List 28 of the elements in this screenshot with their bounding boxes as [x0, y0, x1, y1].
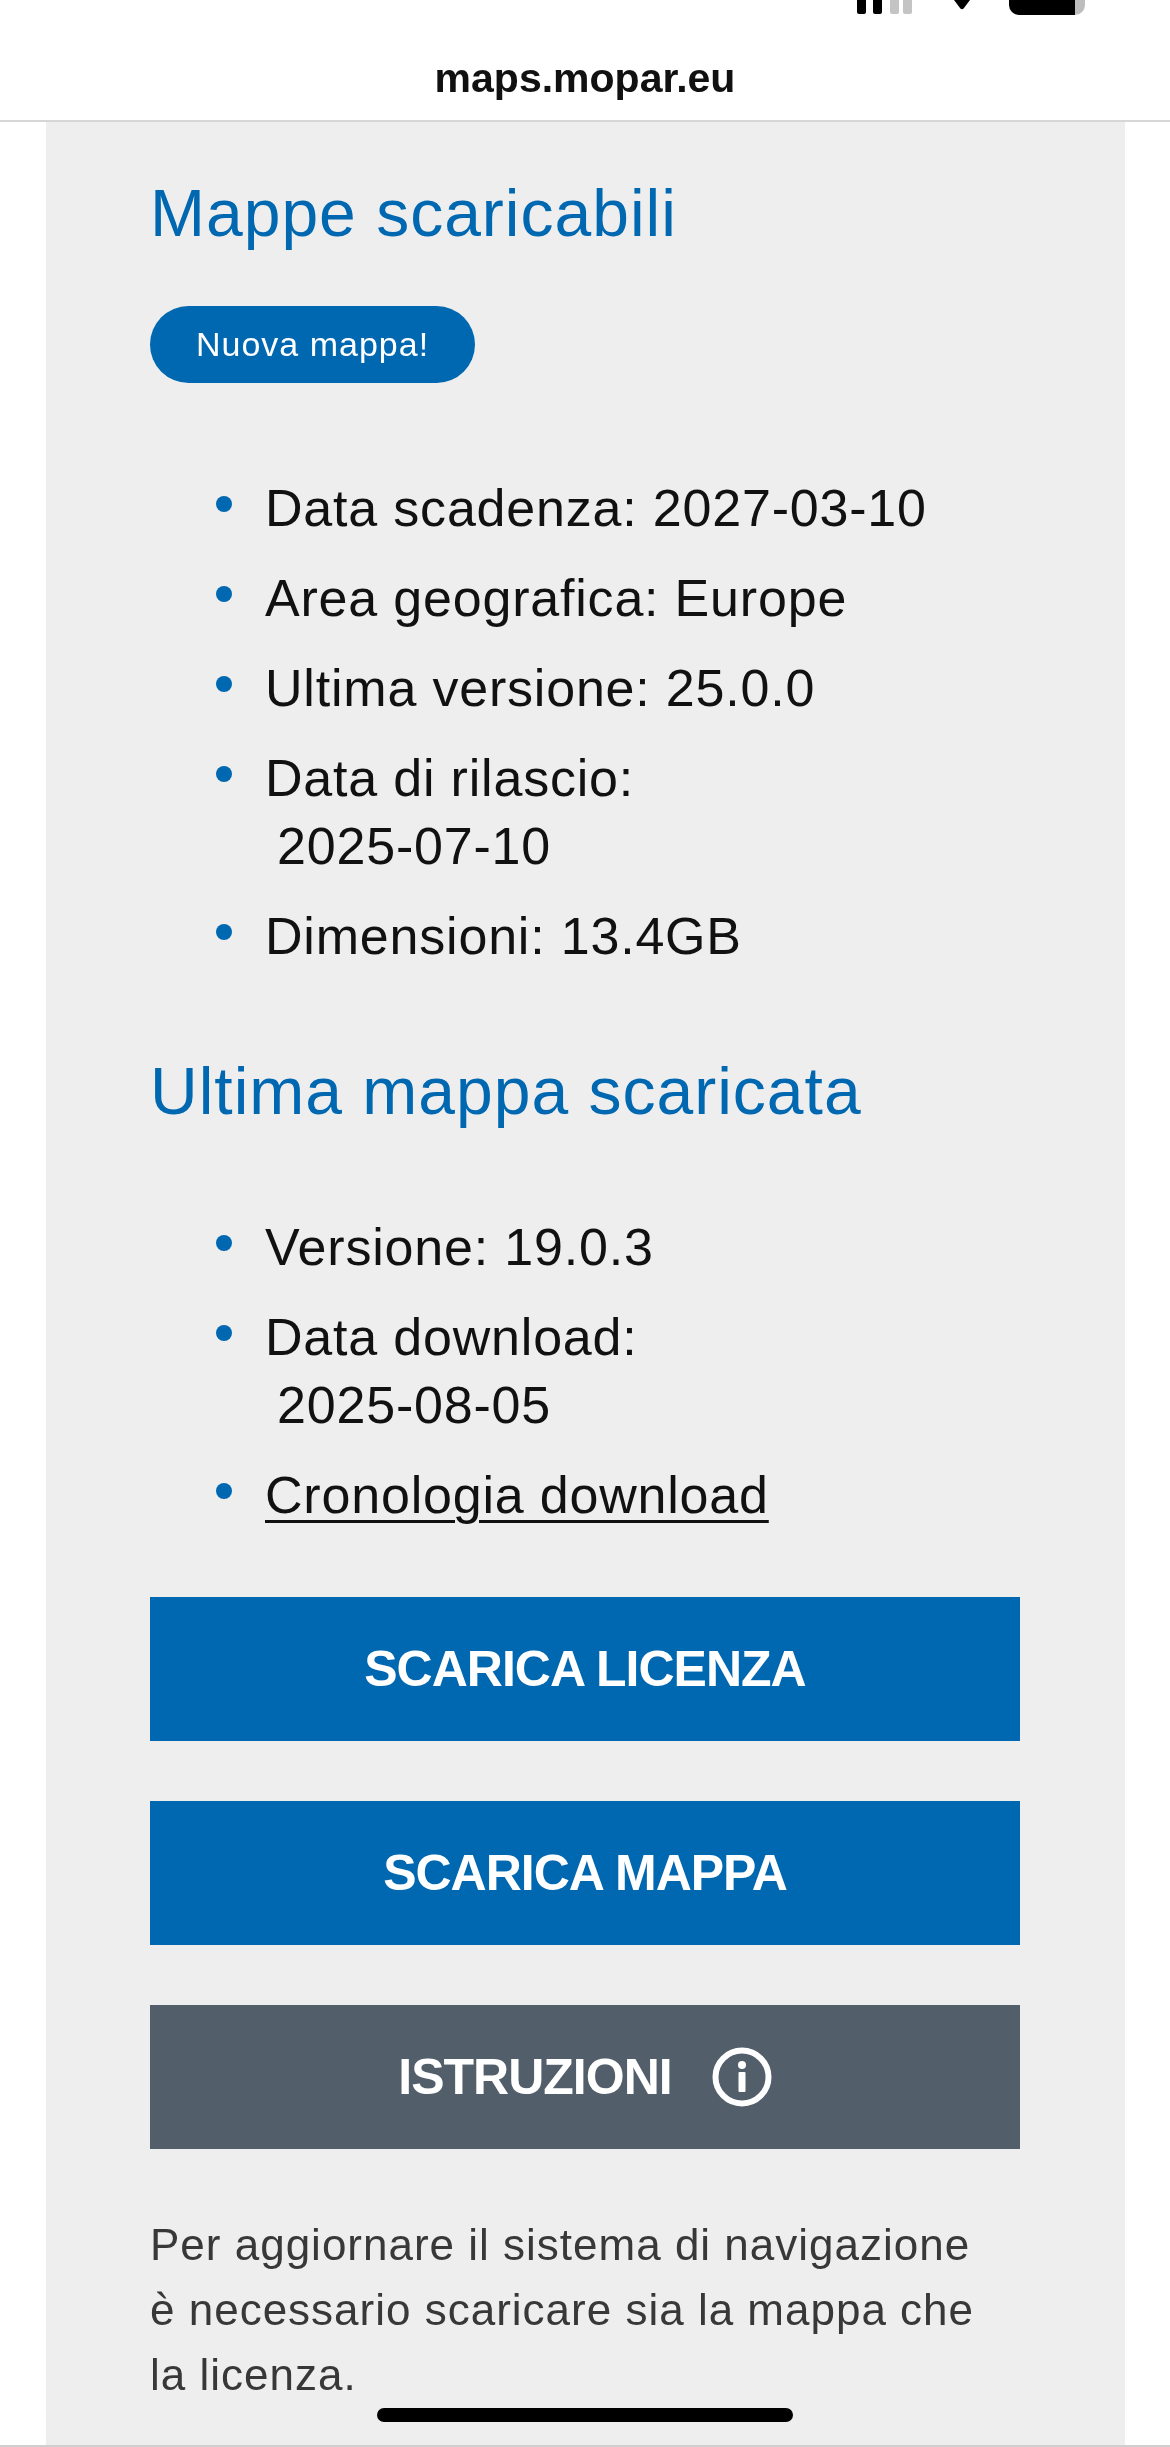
new-map-badge: Nuova mappa!: [150, 306, 476, 383]
bullet-icon: [216, 766, 232, 782]
section-heading: Mappe scaricabili: [150, 175, 677, 252]
bullet-icon: [216, 1235, 232, 1251]
download-button[interactable]: SCARICA MAPPA: [150, 1801, 1020, 1945]
detail-text: Data scadenza: 2027-03-10: [265, 478, 927, 539]
detail-text: Dimensioni: 13.4GB: [265, 906, 742, 967]
detail-text: Data download: 2025-08-05: [265, 1307, 638, 1436]
signal-icon: [857, 0, 912, 14]
address-text[interactable]: maps.mopar.eu: [434, 55, 736, 102]
bullet-icon: [216, 676, 232, 692]
detail-text: Area geografica: Europe: [265, 568, 848, 629]
bullet-icon: [216, 1483, 232, 1499]
info-icon: [711, 2047, 772, 2107]
battery-icon: [1009, 0, 1085, 15]
history-link[interactable]: Cronologia download: [265, 1461, 769, 1529]
detail-text: Data di rilascio: 2025-07-10: [265, 748, 635, 877]
detail-text: Ultima versione: 25.0.0: [265, 658, 816, 719]
bullet-icon: [216, 1325, 232, 1341]
info-note: Per aggiornare il sistema di navigazione è necessario scaricare sia la mappa che la licenza.: [150, 2219, 976, 2401]
bullet-icon: [216, 586, 232, 602]
wifi-icon: [954, 0, 970, 10]
download-button[interactable]: SCARICA LICENZA: [150, 1597, 1020, 1741]
instructions-button[interactable]: ISTRUZIONI: [150, 2005, 1020, 2149]
bullet-icon: [216, 924, 232, 940]
section-heading: Ultima mappa scaricata: [150, 1053, 862, 1130]
detail-text: Versione: 19.0.3: [265, 1217, 654, 1278]
bullet-icon: [216, 496, 232, 512]
